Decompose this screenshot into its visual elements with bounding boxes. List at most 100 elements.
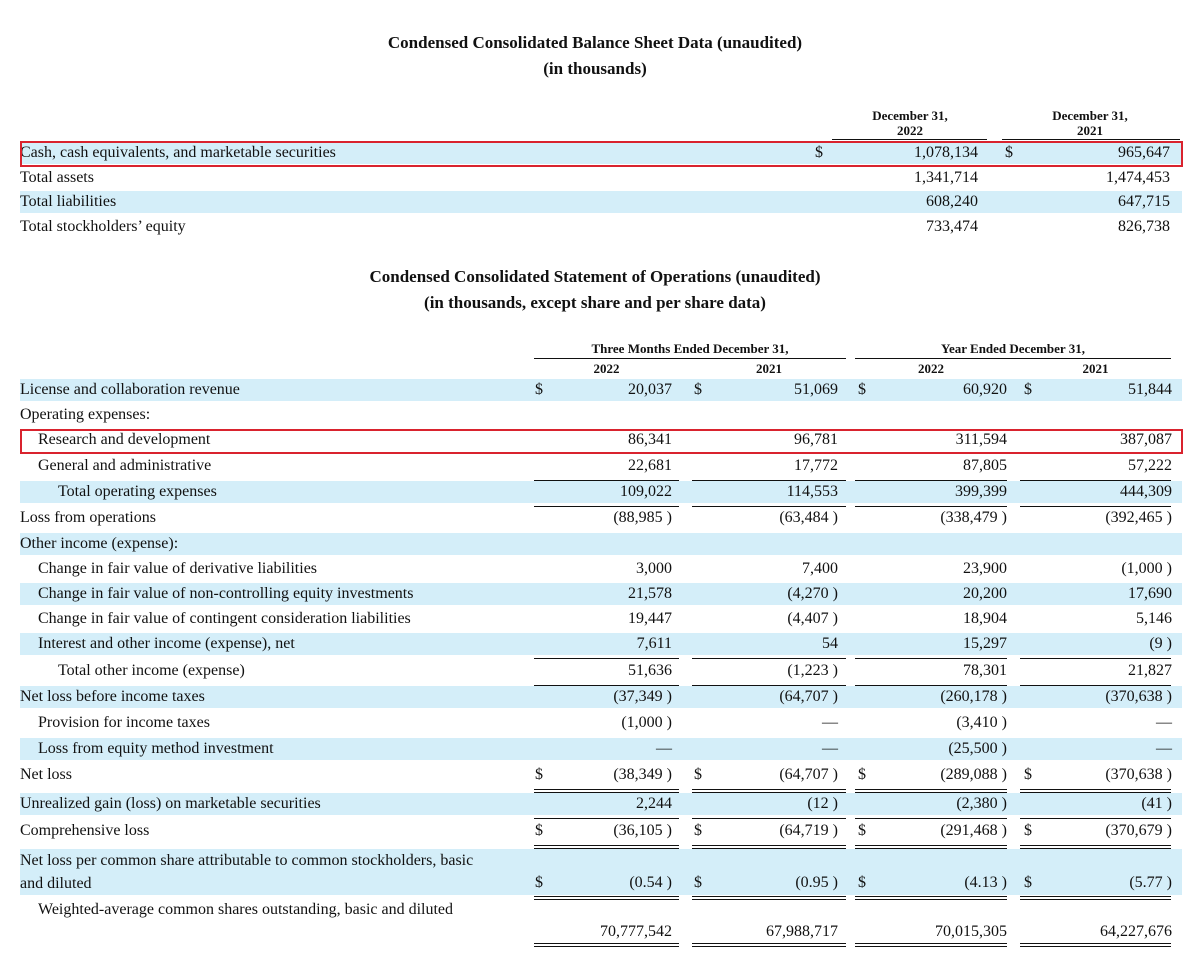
double-underline <box>692 845 846 846</box>
ops-year-header: 2022 <box>593 361 620 376</box>
cell-value: 20,200 <box>963 585 1007 602</box>
double-underline <box>534 896 679 897</box>
double-underline <box>855 845 1007 846</box>
ops-row: Change in fair value of derivative liabi… <box>20 558 1182 580</box>
bs-header-underline <box>832 139 987 140</box>
underline <box>534 818 679 819</box>
ops-row: Weighted-average common shares outstandi… <box>20 898 1182 944</box>
double-underline <box>1020 896 1171 897</box>
ops-row: Net loss $ (38,349 ) $ (64,707 ) $ (289,088 ) $… <box>20 764 1182 786</box>
double-underline <box>534 946 679 947</box>
cell-value: 733,474 <box>926 218 978 235</box>
bs-row: Total liabilities 608,240 647,715 <box>20 191 1182 213</box>
row-label: General and administrative <box>38 457 212 474</box>
double-underline <box>692 899 846 900</box>
cell-value: 64,227,676 <box>1100 923 1172 940</box>
row-label: Net loss before income taxes <box>20 688 205 705</box>
cell-value: 67,988,717 <box>766 923 838 940</box>
ops-row: General and administrative 22,681 17,772 87… <box>20 455 1182 477</box>
underline <box>855 480 1007 481</box>
row-label: Total liabilities <box>20 193 117 210</box>
cell-value: (392,465 ) <box>1105 509 1172 526</box>
bs-row: Total stockholders’ equity 733,474 826,738 <box>20 216 1182 238</box>
double-underline <box>1020 845 1171 846</box>
cell-value: (1,223 ) <box>787 662 838 679</box>
double-underline <box>1020 943 1171 944</box>
cell-value: (0.54 ) <box>629 874 672 891</box>
cell-value: 15,297 <box>963 635 1007 652</box>
cell-value: (88,985 ) <box>613 509 672 526</box>
cell-value: 7,400 <box>802 560 838 577</box>
underline <box>692 818 846 819</box>
balance-sheet-title: Condensed Consolidated Balance Sheet Dat… <box>387 33 803 52</box>
row-label: Weighted-average common shares outstandi… <box>38 901 454 918</box>
double-underline <box>534 899 679 900</box>
cell-value: 20,037 <box>628 381 672 398</box>
row-label: Comprehensive loss <box>20 822 150 839</box>
cell-value: 78,301 <box>963 662 1007 679</box>
operations-subtitle: (in thousands, except share and per shar… <box>424 293 766 312</box>
row-label: Provision for income taxes <box>38 714 210 731</box>
double-underline <box>1020 792 1171 793</box>
cell-value: (289,088 ) <box>940 766 1007 783</box>
cell-value: (12 ) <box>807 795 838 812</box>
bs-col-header-year: 2022 <box>897 123 923 138</box>
cell-value: 114,553 <box>786 483 838 500</box>
cell-value: (64,707 ) <box>779 766 838 783</box>
underline <box>855 818 1007 819</box>
double-underline <box>1020 899 1171 900</box>
cell-value: 54 <box>822 635 838 652</box>
currency-symbol: $ <box>858 874 866 891</box>
cell-value: — <box>822 740 838 757</box>
cell-value: 18,904 <box>963 610 1007 627</box>
ops-row: Interest and other income (expense), net… <box>20 633 1182 655</box>
underline <box>855 506 1007 507</box>
row-label: Total operating expenses <box>58 483 217 500</box>
cell-value: 7,611 <box>636 635 672 652</box>
highlight-box-research <box>20 429 1183 454</box>
cell-value: 17,690 <box>1128 585 1172 602</box>
cell-value: 57,222 <box>1128 457 1172 474</box>
underline <box>534 506 679 507</box>
row-label: Total other income (expense) <box>58 662 245 679</box>
operations-title: Condensed Consolidated Statement of Oper… <box>369 267 821 286</box>
cell-value: (2,380 ) <box>956 795 1007 812</box>
cell-value: 19,447 <box>628 610 672 627</box>
cell-value: 70,777,542 <box>600 923 672 940</box>
double-underline <box>692 946 846 947</box>
cell-value: 22,681 <box>628 457 672 474</box>
cell-value: 1,341,714 <box>914 169 978 186</box>
double-underline <box>855 848 1007 849</box>
row-label: Unrealized gain (loss) on marketable sec… <box>20 795 321 812</box>
cell-value: 109,022 <box>620 483 672 500</box>
underline <box>1020 506 1171 507</box>
ops-row: Net loss per common share attributable t… <box>20 849 1182 895</box>
cell-value: (1,000 ) <box>1121 560 1172 577</box>
ops-row: Other income (expense): <box>20 533 1182 555</box>
row-label: Change in fair value of derivative liabi… <box>38 560 318 577</box>
cell-value: (370,638 ) <box>1105 688 1172 705</box>
ops-row: Loss from operations (88,985 ) (63,484 ) (3… <box>20 507 1182 529</box>
cell-value: 60,920 <box>963 381 1007 398</box>
highlight-box-cash <box>20 141 1183 167</box>
ops-row: Operating expenses: <box>20 404 1182 426</box>
underline <box>855 658 1007 659</box>
cell-value: (25,500 ) <box>948 740 1007 757</box>
underline <box>1020 480 1171 481</box>
double-underline <box>692 848 846 849</box>
cell-value: 399,399 <box>955 483 1007 500</box>
cell-value: 70,015,305 <box>935 923 1007 940</box>
cell-value: (9 ) <box>1149 635 1172 652</box>
cell-value: 3,000 <box>636 560 672 577</box>
double-underline <box>855 946 1007 947</box>
cell-value: 21,578 <box>628 585 672 602</box>
underline <box>534 658 679 659</box>
double-underline <box>1020 848 1171 849</box>
double-underline <box>534 845 679 846</box>
bs-col-header-2021: December 31, 2021 <box>1000 108 1180 138</box>
ops-row: Net loss before income taxes (37,349 ) (64… <box>20 686 1182 708</box>
cell-value: (5.77 ) <box>1129 874 1172 891</box>
bs-col-header-year: 2021 <box>1077 123 1103 138</box>
ops-row: Unrealized gain (loss) on marketable sec… <box>20 793 1182 815</box>
bs-header-underline <box>1002 139 1180 140</box>
